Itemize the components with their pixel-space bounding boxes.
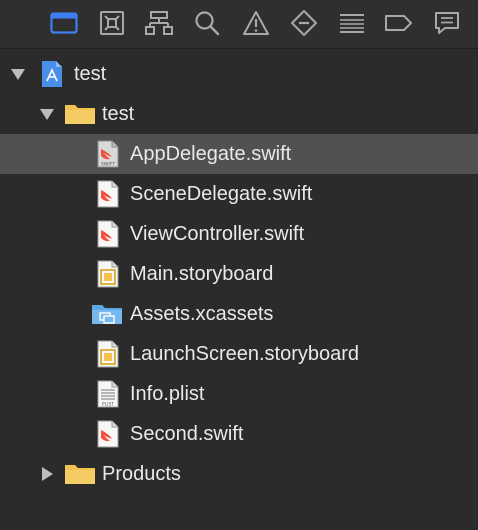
- source-control-navigator-icon[interactable]: [97, 8, 127, 38]
- project-navigator-icon[interactable]: [49, 8, 79, 38]
- file-label: AppDelegate.swift: [130, 143, 292, 165]
- find-navigator-icon[interactable]: [192, 8, 222, 38]
- file-label: Info.plist: [130, 383, 205, 405]
- storyboard-file-icon: [94, 340, 122, 368]
- project-label: test: [74, 63, 107, 85]
- tree-row-file[interactable]: SceneDelegate.swift: [0, 174, 478, 214]
- debug-navigator-icon[interactable]: [337, 8, 367, 38]
- file-label: LaunchScreen.storyboard: [130, 343, 360, 365]
- file-label: Second.swift: [130, 423, 244, 445]
- disclosure-expanded-icon[interactable]: [39, 106, 55, 122]
- tree-row-products[interactable]: Products: [0, 454, 478, 494]
- tree-row-file[interactable]: SWIFT AppDelegate.swift: [0, 134, 478, 174]
- tree-row-file[interactable]: Assets.xcassets: [0, 294, 478, 334]
- disclosure-collapsed-icon[interactable]: [39, 466, 55, 482]
- tree-row-file[interactable]: Second.swift: [0, 414, 478, 454]
- tree-row-file[interactable]: ViewController.swift: [0, 214, 478, 254]
- disclosure-expanded-icon[interactable]: [10, 66, 26, 82]
- folder-icon: [64, 460, 96, 488]
- navigator-toolbar: [0, 0, 478, 49]
- tree-row-file[interactable]: PLIST Info.plist: [0, 374, 478, 414]
- report-navigator-icon[interactable]: [432, 8, 462, 38]
- plist-tag-text: PLIST: [102, 402, 114, 408]
- swift-file-icon: [94, 220, 122, 248]
- symbol-navigator-icon[interactable]: [144, 8, 174, 38]
- tree-row-file[interactable]: LaunchScreen.storyboard: [0, 334, 478, 374]
- plist-file-icon: PLIST: [94, 380, 122, 408]
- file-label: Assets.xcassets: [130, 303, 274, 325]
- tree-row-file[interactable]: Main.storyboard: [0, 254, 478, 294]
- asset-catalog-icon: [91, 300, 123, 328]
- issue-navigator-icon[interactable]: [241, 8, 271, 38]
- project-navigator: test test SWIFT AppDelegate.swift SceneD…: [0, 0, 478, 530]
- swift-file-icon: [94, 180, 122, 208]
- folder-icon: [64, 100, 96, 128]
- file-label: SceneDelegate.swift: [130, 183, 313, 205]
- storyboard-file-icon: [94, 260, 122, 288]
- file-label: ViewController.swift: [130, 223, 305, 245]
- swift-file-icon: SWIFT: [94, 140, 122, 168]
- tree-row-group[interactable]: test: [0, 94, 478, 134]
- swift-file-icon: [94, 420, 122, 448]
- file-label: Main.storyboard: [130, 263, 274, 285]
- products-label: Products: [102, 463, 181, 485]
- xcode-project-icon: [38, 60, 66, 88]
- file-tree: test test SWIFT AppDelegate.swift SceneD…: [0, 54, 478, 494]
- tree-row-project[interactable]: test: [0, 54, 478, 94]
- breakpoint-navigator-icon[interactable]: [384, 8, 414, 38]
- swift-tag-text: SWIFT: [101, 162, 115, 168]
- group-label: test: [102, 103, 135, 125]
- test-navigator-icon[interactable]: [289, 8, 319, 38]
